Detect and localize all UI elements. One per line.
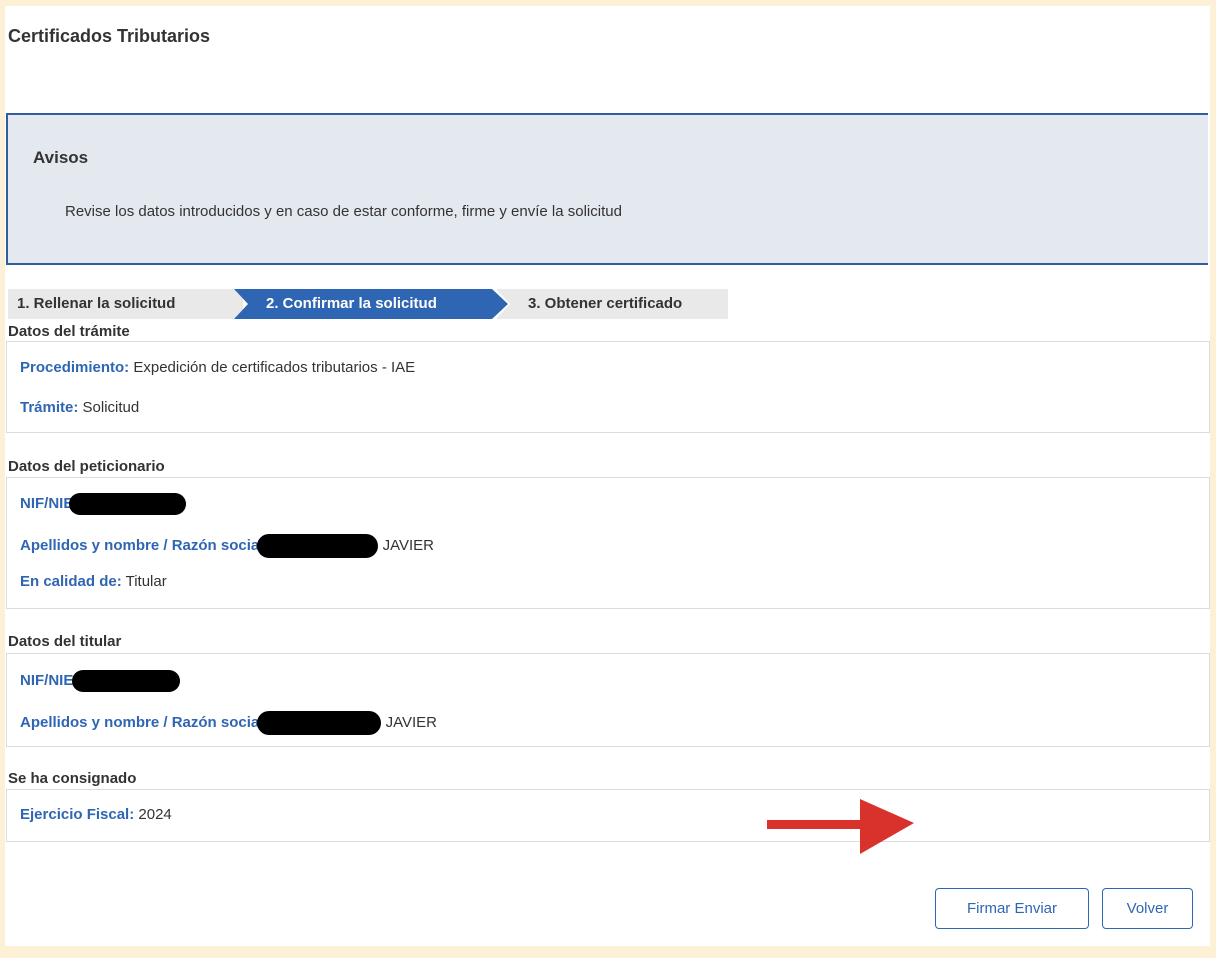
annotation-arrow-icon [767, 799, 914, 854]
ejercicio-label: Ejercicio Fiscal: [20, 806, 135, 823]
field-peticionario-nif: NIF/NIE [20, 493, 187, 515]
redacted-name [257, 534, 379, 558]
field-ejercicio: Ejercicio Fiscal: 2024 [20, 806, 172, 823]
section-peticionario-heading: Datos del peticionario [8, 458, 165, 475]
arrow-head [860, 799, 914, 854]
titular-nombre-label: Apellidos y nombre / Razón social [20, 713, 264, 731]
tramite-label: Trámite: [20, 399, 79, 416]
titular-nif-label: NIF/NIE: [20, 671, 79, 689]
tramite-value: Solicitud [82, 399, 140, 416]
panel-titular: NIF/NIE: Apellidos y nombre / Razón soci… [6, 653, 1210, 747]
redacted-name [257, 711, 382, 735]
field-tramite: Trámite: Solicitud [20, 399, 139, 416]
panel-tramite: Procedimiento: Expedición de certificado… [6, 341, 1210, 433]
step-fill-request: 1. Rellenar la solicitud [8, 289, 243, 319]
section-consignado-heading: Se ha consignado [8, 770, 137, 787]
panel-peticionario: NIF/NIE Apellidos y nombre / Razón socia… [6, 477, 1210, 609]
page-title: Certificados Tributarios [8, 26, 211, 46]
notice-box: Avisos Revise los datos introducidos y e… [6, 113, 1208, 265]
procedimiento-label: Procedimiento: [20, 359, 130, 376]
back-button[interactable]: Volver [1102, 888, 1193, 929]
redacted-nif [69, 493, 187, 515]
section-titular-heading: Datos del titular [8, 633, 122, 650]
procedimiento-value: Expedición de certificados tributarios -… [133, 359, 416, 376]
field-procedimiento: Procedimiento: Expedición de certificado… [20, 359, 415, 376]
field-calidad: En calidad de: Titular [20, 573, 167, 590]
redacted-nif [72, 670, 181, 692]
progress-steps: 1. Rellenar la solicitud 3. Obtener cert… [8, 289, 728, 319]
arrow-shaft [767, 820, 862, 829]
sign-send-button[interactable]: Firmar Enviar [935, 888, 1089, 929]
section-tramite-heading: Datos del trámite [8, 323, 130, 340]
page-container: Certificados Tributarios Avisos Revise l… [5, 6, 1210, 946]
step-get-certificate: 3. Obtener certificado [496, 289, 728, 319]
panel-consignado: Ejercicio Fiscal: 2024 [6, 789, 1210, 842]
field-titular-nif: NIF/NIE: [20, 670, 181, 692]
field-titular-nombre: Apellidos y nombre / Razón social JAVIER [20, 711, 437, 735]
peticionario-nif-label: NIF/NIE [20, 494, 74, 512]
notice-title: Avisos [33, 148, 89, 167]
calidad-value: Titular [125, 573, 167, 590]
calidad-label: En calidad de: [20, 573, 122, 590]
titular-nombre-value: JAVIER [385, 713, 437, 731]
peticionario-nombre-value: JAVIER [382, 536, 434, 554]
ejercicio-value: 2024 [138, 806, 172, 823]
field-peticionario-nombre: Apellidos y nombre / Razón social JAVIER [20, 534, 434, 558]
notice-text: Revise los datos introducidos y en caso … [65, 203, 622, 220]
peticionario-nombre-label: Apellidos y nombre / Razón social [20, 536, 264, 554]
step-confirm-request: 2. Confirmar la solicitud [234, 289, 508, 319]
